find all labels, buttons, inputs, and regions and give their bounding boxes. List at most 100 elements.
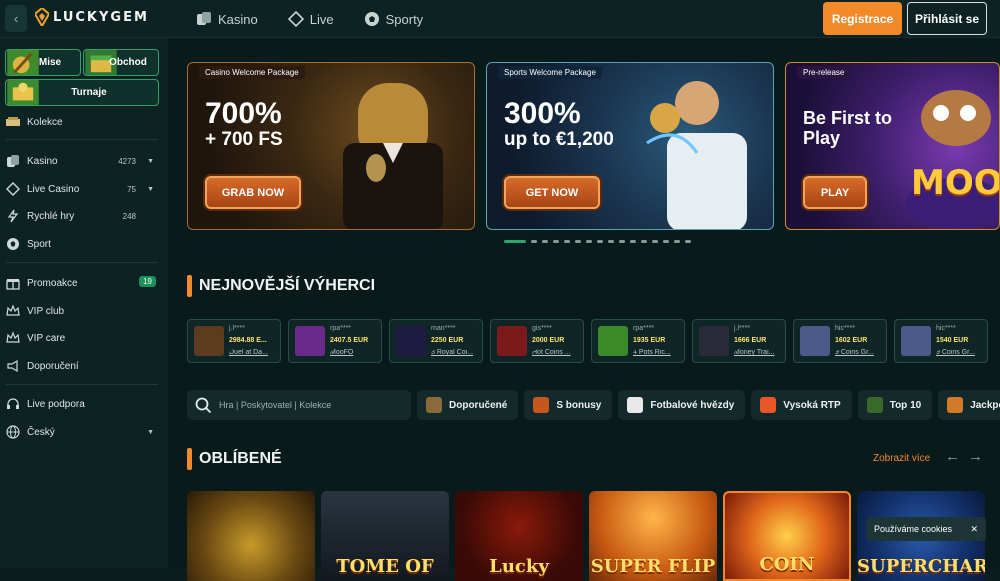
casino-icon [197, 12, 211, 25]
banner-headline: 700% [205, 97, 282, 130]
winner-amount: 1540 EUR [936, 337, 969, 344]
sidebar-item-vip-club[interactable]: VIP club [6, 301, 156, 321]
play-button[interactable]: PLAY [803, 176, 867, 209]
banner-casino-welcome[interactable]: Casino Welcome Package 700% + 700 FS GRA… [187, 62, 475, 230]
casino-icon [6, 154, 20, 168]
winner-card[interactable]: hic**** 1540 EUR 9 Coins Gr... [894, 319, 988, 363]
see-more-link[interactable]: Zobrazit více [873, 453, 930, 464]
carousel-dot[interactable] [652, 240, 658, 243]
game-thumbnail [194, 326, 224, 356]
logo[interactable]: LUCKYGEM [35, 8, 149, 26]
carousel-dot[interactable] [608, 240, 614, 243]
winner-card[interactable]: rpa**** 2407.5 EUR MooFO [288, 319, 382, 363]
carousel-dot[interactable] [504, 240, 526, 243]
winner-card[interactable]: j.l**** 2984.88 E... Duel at Da... [187, 319, 281, 363]
category-chip[interactable]: Doporučené [417, 390, 519, 420]
arrow-left-icon[interactable]: ← [945, 448, 960, 465]
winner-amount: 1935 EUR [633, 337, 666, 344]
register-button[interactable]: Registrace [823, 2, 902, 35]
chevron-down-icon[interactable]: ▼ [147, 186, 154, 193]
nav-label: Live [309, 11, 334, 27]
sidebar-item-referral[interactable]: Doporučení [6, 356, 156, 376]
chevron-down-icon[interactable]: ▼ [147, 429, 154, 436]
nav-kasino[interactable]: Kasino [196, 11, 258, 27]
bonus-icon [533, 397, 550, 413]
divider [6, 384, 158, 385]
winner-card[interactable]: rpa**** 1935 EUR 4 Pots Ric... [591, 319, 685, 363]
winner-amount: 2984.88 E... [229, 337, 267, 344]
top10-icon [866, 397, 883, 413]
close-icon[interactable]: ✕ [970, 524, 978, 535]
carousel-dot[interactable] [597, 240, 603, 243]
carousel-dot[interactable] [663, 240, 669, 243]
shop-label: Obchod [109, 57, 147, 68]
category-chip[interactable]: Top 10 [857, 390, 933, 420]
carousel-dot[interactable] [553, 240, 559, 243]
chevron-down-icon[interactable]: ▼ [147, 158, 154, 165]
banner-headline: Be First to Play [803, 108, 893, 148]
get-now-button[interactable]: GET NOW [504, 176, 600, 209]
sidebar-item-sport[interactable]: Sport [6, 234, 156, 254]
game-thumbnail [295, 326, 325, 356]
sidebar-label: Live podpora [27, 398, 85, 410]
carousel-dot[interactable] [564, 240, 570, 243]
carousel-dot[interactable] [674, 240, 680, 243]
login-button[interactable]: Přihlásit se [907, 2, 987, 35]
main-content: Casino Welcome Package 700% + 700 FS GRA… [168, 38, 1000, 581]
count: 75 [127, 184, 136, 194]
sidebar-item-quick-games[interactable]: Rychlé hry 248 [6, 206, 156, 226]
category-chip[interactable]: S bonusy [524, 390, 613, 420]
sports-ball-icon [364, 12, 379, 26]
divider [6, 262, 158, 263]
shop-button[interactable]: Obchod [83, 49, 159, 76]
search-icon [195, 397, 212, 413]
chip-label: Vysoká RTP [783, 399, 841, 411]
banner-sports-welcome[interactable]: Sports Welcome Package 300% up to €1,200… [486, 62, 774, 230]
category-chip[interactable]: Fotbalové hvězdy [618, 390, 746, 420]
headset-icon [6, 397, 20, 411]
carousel-dot[interactable] [586, 240, 592, 243]
winner-user: j.l**** [734, 325, 750, 332]
sidebar-item-live-casino[interactable]: Live Casino 75 ▼ [6, 179, 156, 199]
category-chip[interactable]: Jackpo [938, 390, 1000, 420]
nav-sporty[interactable]: Sporty [364, 11, 423, 27]
game-title: COIN [759, 554, 815, 575]
game-thumbnail [901, 326, 931, 356]
banner-headline: 300% [504, 97, 581, 130]
carousel-dot[interactable] [542, 240, 548, 243]
divider [6, 139, 158, 140]
carousel-dot[interactable] [641, 240, 647, 243]
sidebar-item-promo[interactable]: Promoakce 19 [6, 273, 156, 293]
carousel-dot[interactable] [531, 240, 537, 243]
winner-user: rpa**** [330, 325, 352, 332]
megaphone-icon [6, 359, 20, 373]
winner-card[interactable]: gis**** 2000 EUR Hot Coins ... [490, 319, 584, 363]
globe-icon [6, 425, 20, 439]
language-selector[interactable]: Český ▼ [6, 422, 156, 442]
carousel-dot[interactable] [685, 240, 691, 243]
sports-ball-icon [6, 237, 20, 251]
sidebar-item-kasino[interactable]: Kasino 4273 ▼ [6, 151, 156, 171]
category-chip[interactable]: Vysoká RTP [751, 390, 852, 420]
tournaments-button[interactable]: Turnaje [5, 79, 159, 106]
winner-card[interactable]: man**** 2250 EUR 3 Royal Coi... [389, 319, 483, 363]
sidebar-item-collections[interactable]: Kolekce [6, 112, 156, 132]
sidebar-item-live-support[interactable]: Live podpora [6, 394, 156, 414]
carousel-dot[interactable] [575, 240, 581, 243]
banner-pre-release[interactable]: MOO Pre-release Be First to Play PLAY [785, 62, 1000, 230]
lightning-icon [6, 209, 20, 223]
category-chips: Doporučené S bonusy Fotbalové hvězdy Vysoká… [417, 390, 1000, 420]
game-search[interactable] [187, 390, 411, 420]
sidebar-item-vip-care[interactable]: VIP care [6, 328, 156, 348]
accent-bar [187, 275, 192, 297]
winner-card[interactable]: hic**** 1602 EUR 9 Coins Gr... [793, 319, 887, 363]
missions-button[interactable]: Mise [5, 49, 81, 76]
grab-now-button[interactable]: GRAB NOW [205, 176, 301, 209]
carousel-dot[interactable] [619, 240, 625, 243]
arrow-right-icon[interactable]: → [968, 448, 983, 465]
collapse-sidebar-button[interactable]: ‹ [5, 5, 27, 32]
winner-card[interactable]: j.l**** 1666 EUR Money Trai... [692, 319, 786, 363]
carousel-dot[interactable] [630, 240, 636, 243]
nav-live[interactable]: Live [287, 11, 334, 27]
search-input[interactable] [219, 400, 399, 410]
